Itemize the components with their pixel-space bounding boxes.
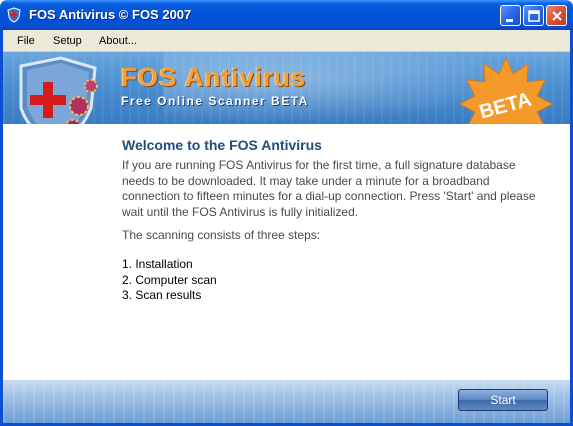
minimize-icon [506, 19, 513, 22]
minimize-button[interactable] [500, 5, 521, 26]
menu-about[interactable]: About... [99, 35, 137, 47]
maximize-icon [528, 10, 540, 22]
window-title: FOS Antivirus © FOS 2007 [29, 7, 192, 22]
app-shield-icon [7, 7, 21, 23]
menu-bar: File Setup About... [3, 30, 570, 52]
beta-starburst-icon: BETA [458, 56, 554, 124]
intro-paragraph: If you are running FOS Antivirus for the… [122, 158, 536, 219]
steps-list: 1. Installation 2. Computer scan 3. Scan… [122, 257, 217, 304]
menu-setup[interactable]: Setup [53, 35, 82, 47]
list-item: 1. Installation [122, 257, 193, 271]
menu-file[interactable]: File [17, 35, 35, 47]
header-banner: FOS Antivirus Free Online Scanner BETA B… [3, 52, 570, 124]
close-icon [552, 11, 562, 21]
close-button[interactable] [546, 5, 567, 26]
brand-title: FOS Antivirus [121, 62, 307, 92]
start-button[interactable]: Start [458, 389, 548, 411]
main-content: Welcome to the FOS Antivirus If you are … [3, 124, 570, 380]
steps-intro: The scanning consists of three steps: [122, 228, 321, 242]
brand-subtitle: Free Online Scanner BETA [121, 94, 309, 108]
list-item: 3. Scan results [122, 288, 202, 302]
list-item: 2. Computer scan [122, 272, 217, 287]
maximize-button[interactable] [523, 5, 544, 26]
title-bar[interactable]: FOS Antivirus © FOS 2007 [0, 0, 573, 30]
footer-bar: Start [3, 380, 570, 423]
shield-logo-icon [19, 56, 98, 124]
page-title: Welcome to the FOS Antivirus [122, 137, 322, 153]
